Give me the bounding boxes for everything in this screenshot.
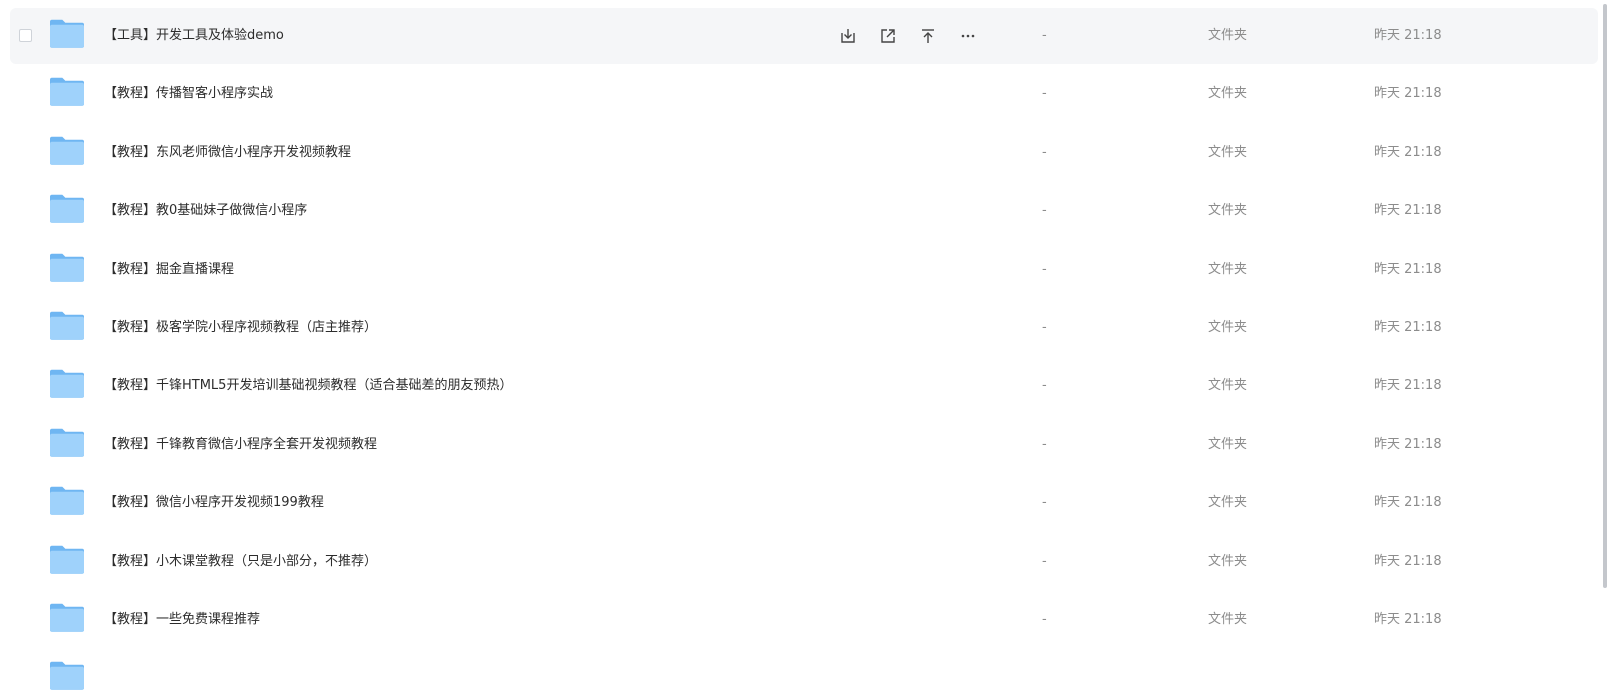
- folder-icon[interactable]: [49, 250, 85, 286]
- folder-icon[interactable]: [49, 308, 85, 344]
- file-type: 文件夹: [1208, 612, 1248, 627]
- file-type: 文件夹: [1208, 495, 1248, 511]
- modified-time: 昨天 21:18: [1374, 261, 1442, 277]
- file-type: 文件夹: [1208, 436, 1248, 452]
- file-row[interactable]: 【教程】传播智客小程序实战 - 文件夹 昨天 21:18: [10, 66, 1598, 122]
- file-name[interactable]: 【教程】一些免费课程推荐: [104, 592, 260, 648]
- file-size: -: [1042, 553, 1047, 569]
- file-size: -: [1042, 144, 1047, 160]
- file-name[interactable]: 【教程】微信小程序开发视频199教程: [104, 475, 324, 531]
- file-row[interactable]: 【教程】小木课堂教程（只是小部分，不推荐） - 文件夹 昨天 21:18: [10, 534, 1598, 590]
- file-type: 文件夹: [1208, 553, 1248, 569]
- file-row[interactable]: 【教程】千锋教育微信小程序全套开发视频教程 - 文件夹 昨天 21:18: [10, 417, 1598, 473]
- row-actions: [838, 8, 998, 64]
- share-icon[interactable]: [878, 26, 898, 46]
- file-size: -: [1042, 378, 1047, 394]
- file-size: -: [1042, 320, 1047, 335]
- file-name[interactable]: 【教程】掘金直播课程: [104, 242, 234, 298]
- file-size: -: [1042, 612, 1047, 627]
- modified-time: 昨天 21:18: [1374, 320, 1442, 335]
- folder-icon[interactable]: [49, 16, 85, 52]
- file-size: -: [1042, 436, 1047, 452]
- file-size: -: [1042, 86, 1047, 102]
- file-size: -: [1042, 28, 1047, 43]
- folder-icon[interactable]: [49, 133, 85, 169]
- modified-time: 昨天 21:18: [1374, 378, 1442, 394]
- folder-icon[interactable]: [49, 600, 85, 636]
- folder-icon[interactable]: [49, 366, 85, 402]
- file-name[interactable]: 【教程】传播智客小程序实战: [104, 66, 273, 122]
- file-size: -: [1042, 203, 1047, 219]
- row-checkbox[interactable]: [19, 29, 32, 42]
- file-row[interactable]: 【教程】微信小程序开发视频199教程 - 文件夹 昨天 21:18: [10, 475, 1598, 531]
- file-row[interactable]: 【教程】极客学院小程序视频教程（店主推荐） - 文件夹 昨天 21:18: [10, 300, 1598, 356]
- file-list: 【工具】开发工具及体验demo - 文件夹 昨天 21:18 【教程】传播智客小程序实战…: [0, 0, 1611, 690]
- folder-icon[interactable]: [49, 74, 85, 110]
- file-size: -: [1042, 495, 1047, 511]
- file-row[interactable]: 【教程】掘金直播课程 - 文件夹 昨天 21:18: [10, 242, 1598, 298]
- modified-time: 昨天 21:18: [1374, 612, 1442, 627]
- file-type: 文件夹: [1208, 261, 1248, 277]
- folder-icon[interactable]: [49, 425, 85, 461]
- folder-icon[interactable]: [49, 191, 85, 227]
- file-type: 文件夹: [1208, 144, 1248, 160]
- folder-icon[interactable]: [49, 658, 85, 690]
- scrollbar[interactable]: [1599, 0, 1611, 690]
- modified-time: 昨天 21:18: [1374, 28, 1442, 43]
- file-name[interactable]: 【教程】千锋教育微信小程序全套开发视频教程: [104, 417, 377, 473]
- more-icon[interactable]: [958, 26, 978, 46]
- file-row[interactable]: 【教程】教0基础妹子做微信小程序 - 文件夹 昨天 21:18: [10, 183, 1598, 239]
- file-name[interactable]: 【教程】小木课堂教程（只是小部分，不推荐）: [104, 534, 377, 590]
- modified-time: 昨天 21:18: [1374, 553, 1442, 569]
- file-size: -: [1042, 261, 1047, 277]
- file-type: 文件夹: [1208, 203, 1248, 219]
- modified-time: 昨天 21:18: [1374, 144, 1442, 160]
- file-name[interactable]: 【教程】千锋HTML5开发培训基础视频教程（适合基础差的朋友预热）: [104, 358, 512, 414]
- file-type: 文件夹: [1208, 378, 1248, 394]
- folder-icon[interactable]: [49, 483, 85, 519]
- scrollbar-thumb[interactable]: [1603, 4, 1607, 588]
- modified-time: 昨天 21:18: [1374, 436, 1442, 452]
- download-icon[interactable]: [838, 26, 858, 46]
- file-row[interactable]: 【教程】东风老师微信小程序开发视频教程 - 文件夹 昨天 21:18: [10, 125, 1598, 181]
- file-row[interactable]: 【教程】千锋HTML5开发培训基础视频教程（适合基础差的朋友预热） - 文件夹 昨天 …: [10, 358, 1598, 414]
- file-name[interactable]: 【工具】开发工具及体验demo: [104, 8, 284, 64]
- file-row[interactable]: [10, 650, 1598, 690]
- file-type: 文件夹: [1208, 28, 1248, 43]
- file-type: 文件夹: [1208, 320, 1248, 335]
- file-name[interactable]: 【教程】教0基础妹子做微信小程序: [104, 183, 307, 239]
- modified-time: 昨天 21:18: [1374, 86, 1442, 102]
- file-row[interactable]: 【工具】开发工具及体验demo - 文件夹 昨天 21:18: [10, 8, 1598, 64]
- file-name[interactable]: 【教程】极客学院小程序视频教程（店主推荐）: [104, 300, 377, 356]
- file-row[interactable]: 【教程】一些免费课程推荐 - 文件夹 昨天 21:18: [10, 592, 1598, 648]
- modified-time: 昨天 21:18: [1374, 203, 1442, 219]
- modified-time: 昨天 21:18: [1374, 495, 1442, 511]
- file-type: 文件夹: [1208, 86, 1248, 102]
- file-name[interactable]: 【教程】东风老师微信小程序开发视频教程: [104, 125, 351, 181]
- folder-icon[interactable]: [49, 542, 85, 578]
- move-up-icon[interactable]: [918, 26, 938, 46]
